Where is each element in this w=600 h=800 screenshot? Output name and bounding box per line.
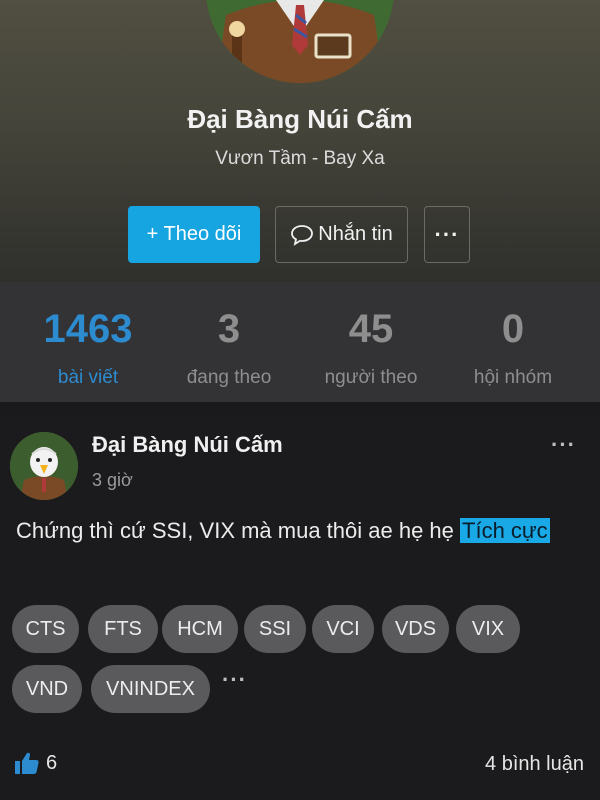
post-author-name[interactable]: Đại Bàng Núi Cấm bbox=[92, 432, 283, 458]
ticker-tag-ssi[interactable]: SSI bbox=[244, 605, 306, 653]
ticker-tag-label: CTS bbox=[25, 617, 66, 640]
ticker-tag-label: VDS bbox=[394, 617, 437, 640]
ticker-tag-cts[interactable]: CTS bbox=[12, 605, 79, 653]
ticker-tag-label: VNINDEX bbox=[106, 677, 195, 700]
ticker-tag-label: HCM bbox=[177, 617, 223, 640]
stat-posts-value: 1463 bbox=[43, 307, 133, 351]
ticker-tag-hcm[interactable]: HCM bbox=[162, 605, 238, 653]
ticker-tag-label: FTS bbox=[104, 617, 142, 640]
like-button[interactable]: 6 bbox=[14, 751, 57, 775]
ticker-tag-fts[interactable]: FTS bbox=[88, 605, 158, 653]
eagle-avatar-illustration bbox=[10, 432, 78, 500]
profile-more-button[interactable]: ··· bbox=[424, 206, 470, 263]
more-dots-icon: ··· bbox=[434, 221, 460, 247]
post-text: Chứng thì cứ SSI, VIX mà mua thôi ae hẹ … bbox=[16, 518, 461, 543]
stat-following-value: 3 bbox=[217, 307, 241, 351]
ticker-tag-label: SSI bbox=[258, 617, 292, 640]
ticker-tag-label: VND bbox=[25, 677, 69, 700]
stat-following-label: đang theo bbox=[186, 367, 272, 388]
stat-groups[interactable]: 0 hội nhóm bbox=[438, 304, 588, 389]
profile-avatar[interactable] bbox=[206, 0, 394, 83]
profile-header: Đại Bàng Núi Cấm Vươn Tầm - Bay Xa + The… bbox=[0, 0, 600, 282]
stat-following[interactable]: 3 đang theo bbox=[154, 304, 304, 389]
profile-avatar-illustration bbox=[206, 0, 394, 83]
stat-groups-value: 0 bbox=[501, 307, 525, 351]
profile-name: Đại Bàng Núi Cấm bbox=[187, 104, 413, 134]
post-more-button[interactable]: ··· bbox=[551, 432, 576, 458]
stat-posts-label: bài viết bbox=[57, 367, 119, 388]
ticker-tag-label: VCI bbox=[326, 617, 360, 640]
more-dots-icon: ··· bbox=[222, 667, 247, 692]
comments-link[interactable]: 4 bình luận bbox=[485, 753, 584, 776]
message-button-label: Nhắn tin bbox=[318, 223, 393, 245]
message-button[interactable]: Nhắn tin bbox=[275, 206, 408, 263]
tags-more-button[interactable]: ··· bbox=[222, 667, 247, 693]
stat-posts[interactable]: 1463 bài viết bbox=[13, 304, 163, 389]
post-timestamp: 3 giờ bbox=[92, 470, 133, 490]
post-card: Đại Bàng Núi Cấm 3 giờ ··· Chứng thì cứ … bbox=[0, 414, 600, 800]
thumbs-up-icon bbox=[15, 752, 39, 774]
ticker-tag-vnd[interactable]: VND bbox=[12, 665, 82, 713]
post-body: Chứng thì cứ SSI, VIX mà mua thôi ae hẹ … bbox=[16, 516, 576, 546]
profile-tagline: Vươn Tầm - Bay Xa bbox=[215, 148, 385, 169]
ticker-tag-vds[interactable]: VDS bbox=[382, 605, 449, 653]
ticker-tag-vix[interactable]: VIX bbox=[456, 605, 520, 653]
like-count: 6 bbox=[46, 751, 58, 774]
follow-button[interactable]: + Theo dõi bbox=[128, 206, 260, 263]
ticker-tag-vci[interactable]: VCI bbox=[312, 605, 374, 653]
sentiment-badge: Tích cực bbox=[460, 518, 550, 543]
stat-groups-label: hội nhóm bbox=[473, 367, 553, 388]
stats-bar: 1463 bài viết 3 đang theo 45 người theo … bbox=[0, 282, 600, 402]
stat-followers[interactable]: 45 người theo bbox=[296, 304, 446, 389]
more-dots-icon: ··· bbox=[551, 432, 576, 457]
follow-button-label: + Theo dõi bbox=[146, 223, 242, 245]
stat-followers-value: 45 bbox=[348, 307, 394, 351]
chat-bubble-icon bbox=[291, 224, 314, 246]
ticker-tag-label: VIX bbox=[471, 617, 505, 640]
ticker-tag-vnindex[interactable]: VNINDEX bbox=[91, 665, 210, 713]
stat-followers-label: người theo bbox=[324, 367, 418, 388]
post-author-avatar[interactable] bbox=[10, 432, 78, 500]
